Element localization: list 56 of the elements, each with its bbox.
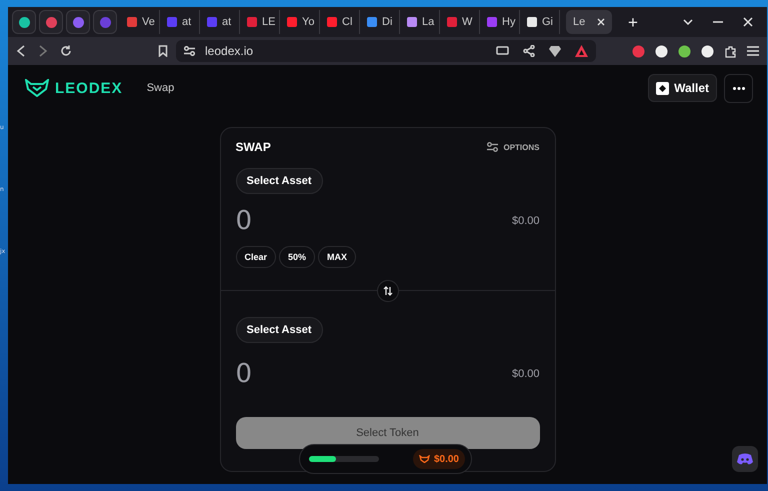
more-button[interactable] [724,74,753,102]
browser-tab[interactable]: Hy [480,10,520,34]
browser-tab[interactable]: LE [240,10,280,34]
menu-icon[interactable] [747,46,759,56]
browser-tab[interactable]: Cl [320,10,360,34]
browser-tab[interactable]: Gi [520,10,560,34]
select-token-button: Select Token [236,417,540,449]
select-asset-button[interactable]: Select Asset [236,168,323,194]
new-tab-button[interactable]: + [628,14,638,30]
share-icon[interactable] [523,45,535,57]
forward-icon[interactable] [38,45,48,57]
usd-value: $0.00 [512,368,540,380]
close-icon[interactable] [743,17,753,27]
triangle-icon[interactable] [575,45,588,57]
browser-tab[interactable]: La [400,10,440,34]
extensions-icon[interactable] [724,44,737,58]
browser-tab[interactable]: Ve [120,10,160,34]
lion-logo-icon [418,455,430,463]
pinned-tab[interactable] [66,10,90,34]
usd-value: $0.00 [512,215,540,227]
chevron-down-icon[interactable] [683,19,693,25]
amount-preset-button[interactable]: MAX [318,246,356,268]
browser-tab[interactable]: Yo [280,10,320,34]
browser-tab[interactable]: at [200,10,240,34]
nav-link[interactable]: Swap [146,82,174,94]
bookmark-icon[interactable] [158,45,168,57]
swap-arrows-icon [382,286,392,296]
wallet-button[interactable]: Wallet [648,74,717,102]
amount-input[interactable]: 0 [236,359,252,389]
lion-logo-icon [25,79,49,97]
swap-direction-button[interactable] [376,280,398,302]
pinned-tab[interactable] [12,10,36,34]
amount-preset-button[interactable]: Clear [236,246,276,268]
site-settings-icon [184,46,195,56]
logo-text[interactable]: LEODEX [55,80,123,96]
pinned-tab[interactable] [39,10,63,34]
close-icon[interactable] [597,18,605,26]
chat-button[interactable] [732,446,758,472]
select-asset-button[interactable]: Select Asset [236,317,323,343]
browser-tab[interactable]: at [160,10,200,34]
more-icon [732,86,744,90]
back-icon[interactable] [16,45,26,57]
address-bar[interactable]: leodex.io [176,40,596,62]
card-title: SWAP [236,140,271,154]
sliders-icon [487,142,498,152]
amount-preset-button[interactable]: 50% [279,246,316,268]
minimize-icon[interactable] [713,21,723,23]
browser-tab[interactable]: Di [360,10,400,34]
wallet-logo-icon [656,82,670,94]
reload-icon[interactable] [60,45,72,57]
browser-tab[interactable]: Le [566,10,612,34]
options-button[interactable]: OPTIONS [487,142,540,152]
amount-input[interactable]: 0 [236,206,252,236]
balance-badge: $0.00 [412,449,465,469]
browser-tab[interactable]: W [440,10,480,34]
cast-icon[interactable] [496,46,509,56]
